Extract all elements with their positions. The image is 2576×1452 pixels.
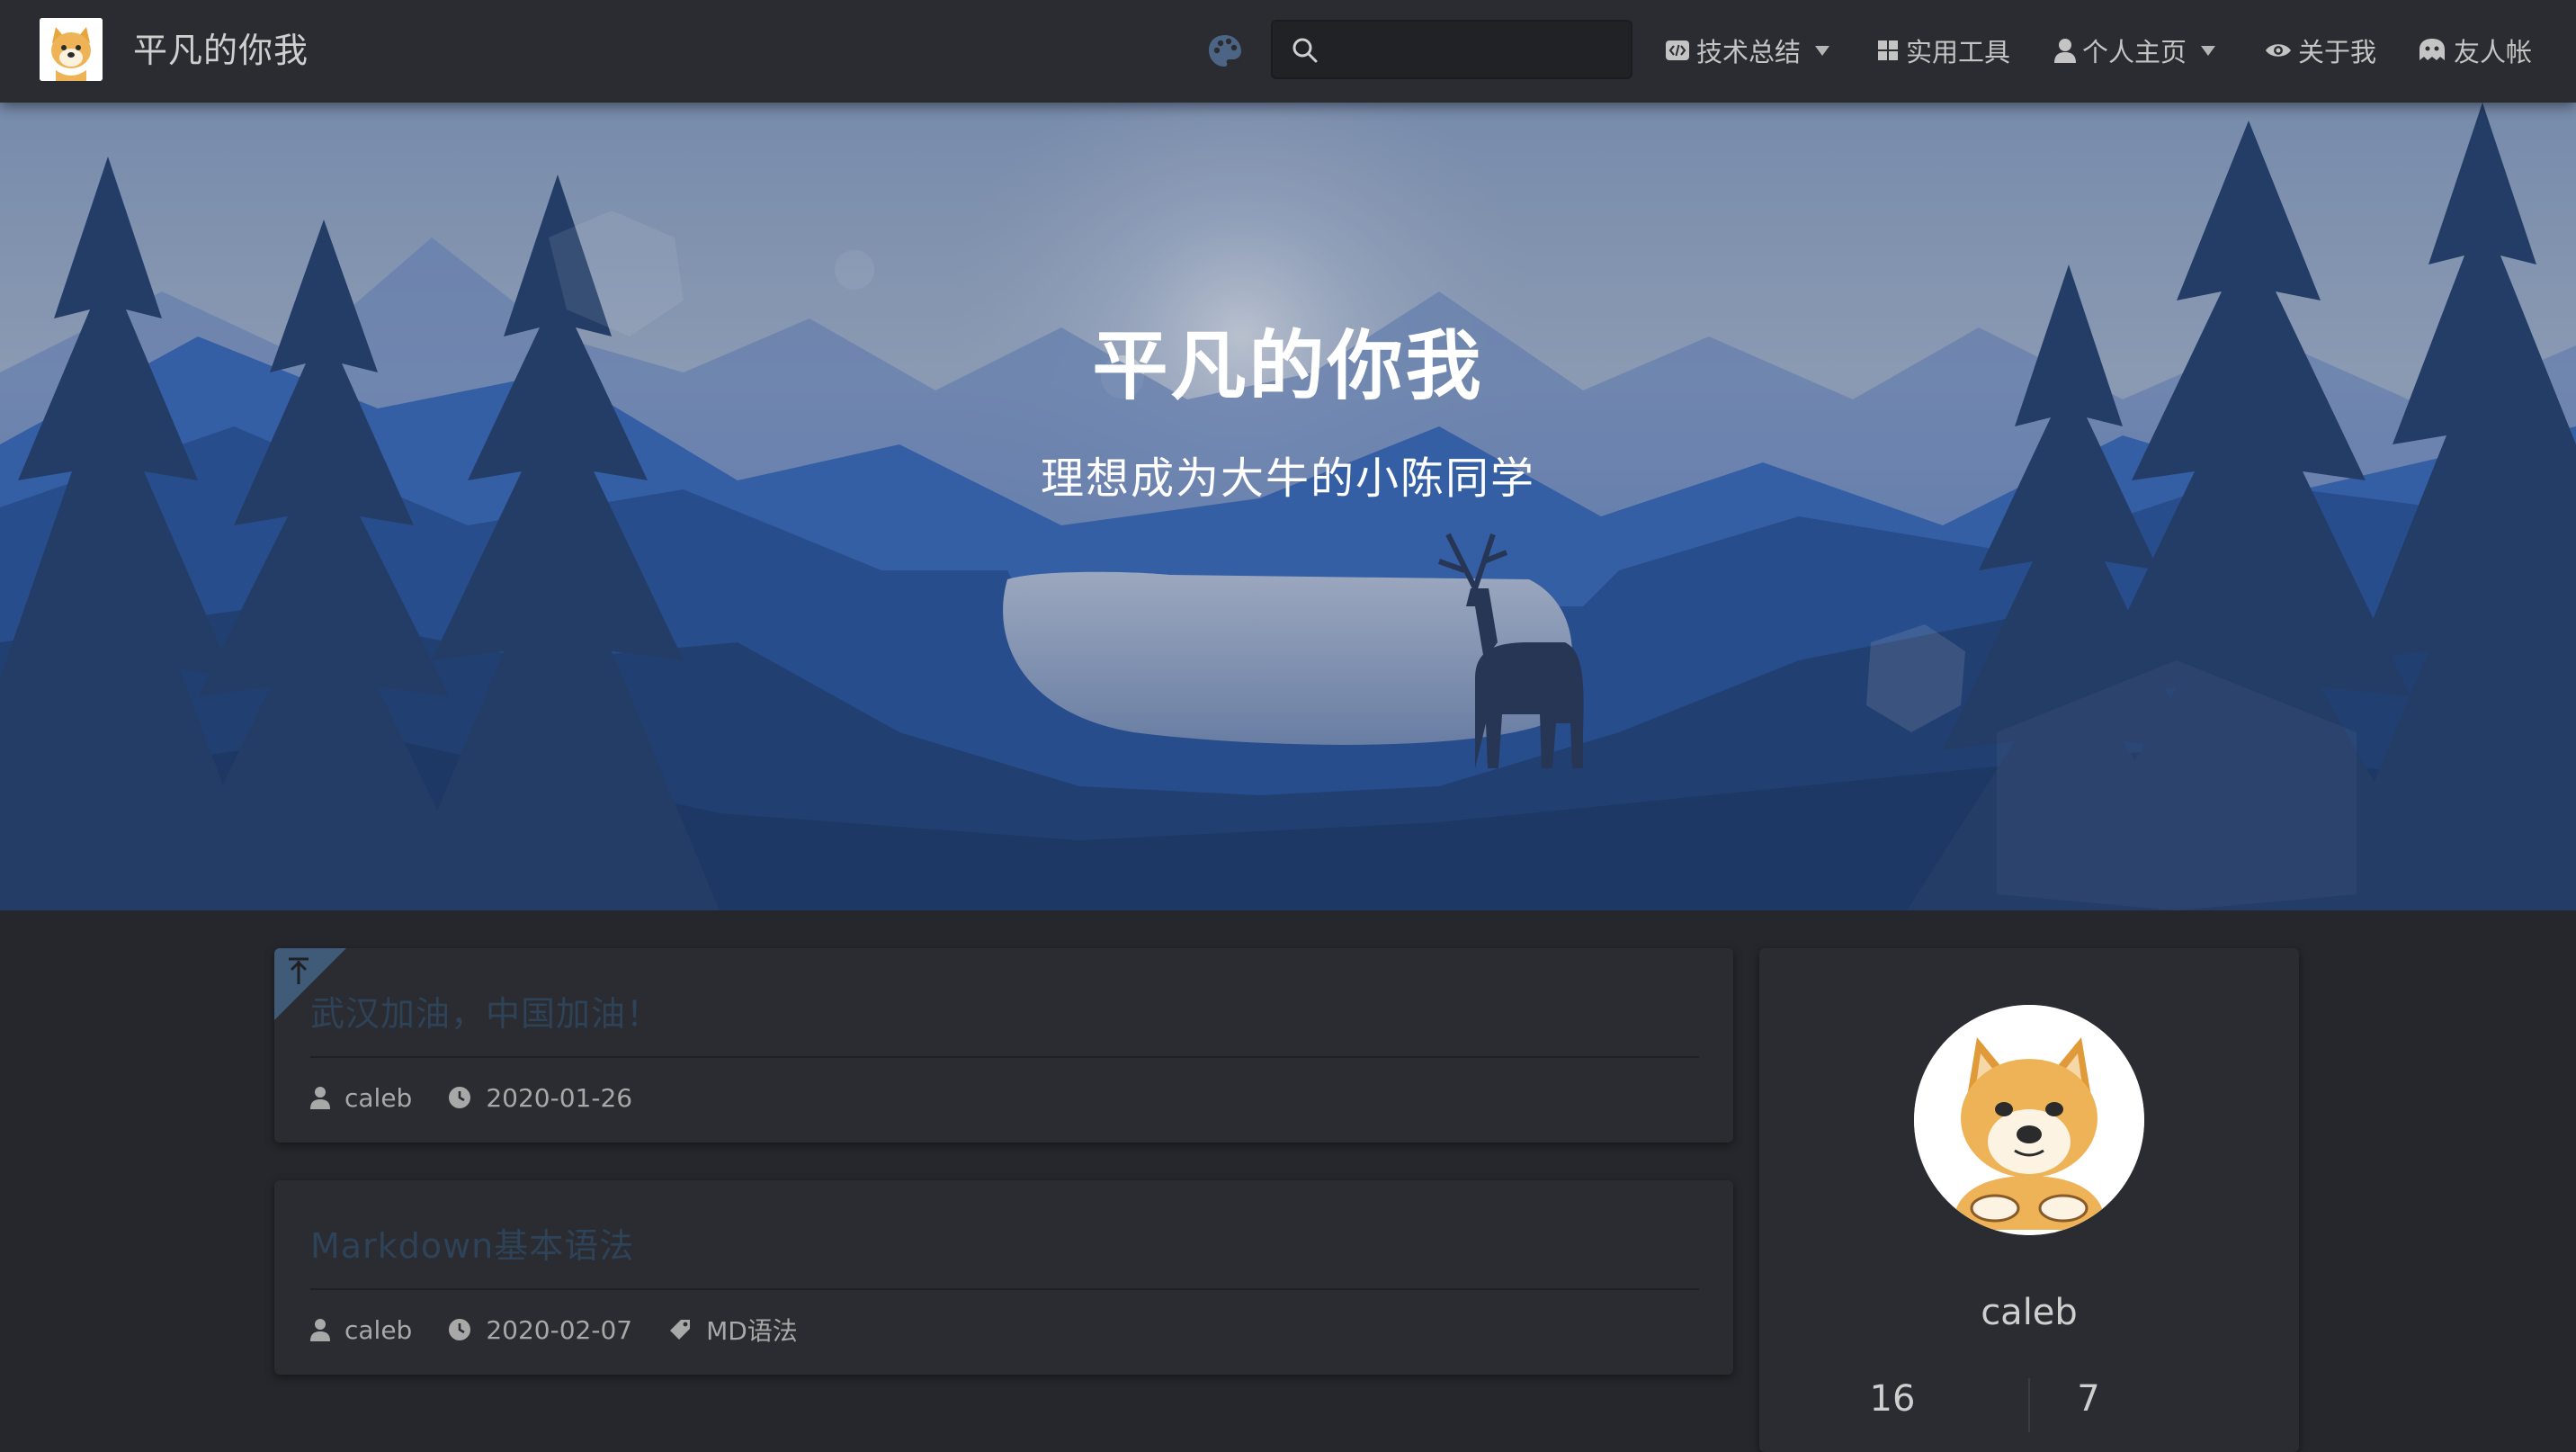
chevron-down-icon — [1815, 45, 1830, 56]
doge-avatar-icon — [40, 18, 103, 81]
nav-item-label: 关于我 — [2298, 37, 2377, 67]
search-input[interactable] — [1332, 29, 1623, 72]
nav-item-about[interactable]: 关于我 — [2264, 31, 2376, 70]
profile-stat-posts[interactable]: 16 — [1838, 1378, 1946, 1420]
nav-item-label: 友人帐 — [2454, 37, 2533, 67]
nav-item-label: 技术总结 — [1696, 37, 1802, 67]
post-date-text: 2020-02-07 — [486, 1314, 633, 1345]
post-title-link[interactable]: 武汉加油，中国加油！ — [310, 986, 661, 1035]
user-icon — [2054, 39, 2076, 63]
palette-icon[interactable] — [1206, 32, 1244, 70]
profile-stat-categories[interactable]: 7 — [2035, 1378, 2142, 1420]
post-date: 2020-01-26 — [448, 1083, 632, 1113]
nav-item-tech-summary[interactable]: 技术总结 — [1664, 31, 1830, 70]
post-divider — [310, 1288, 1699, 1290]
tag-icon — [670, 1320, 691, 1340]
nav-item-tools[interactable]: 实用工具 — [1875, 31, 2010, 70]
top-navbar: 平凡的你我 技术总结 实用工具 个人主页 关于我 友人帐 — [0, 0, 2576, 103]
post-tag[interactable]: MD语法 — [668, 1312, 798, 1348]
profile-name: caleb — [1981, 1292, 2078, 1333]
search-box[interactable] — [1271, 20, 1632, 79]
clock-icon — [449, 1087, 471, 1108]
post-divider — [310, 1056, 1699, 1058]
post-meta: caleb 2020-01-26 — [310, 1076, 668, 1119]
eye-icon — [2266, 44, 2291, 57]
doge-avatar-icon — [1914, 1005, 2144, 1235]
post-tag-label[interactable]: MD语法 — [706, 1312, 798, 1348]
post-date-text: 2020-01-26 — [486, 1082, 633, 1113]
user-icon — [310, 1319, 330, 1341]
hero-title: 平凡的你我 — [1092, 322, 1484, 410]
hero-subtitle: 理想成为大牛的小陈同学 — [1040, 453, 1535, 504]
post-date: 2020-02-07 — [448, 1315, 632, 1345]
nav-item-label: 个人主页 — [2082, 37, 2187, 67]
chevron-down-icon — [2201, 45, 2216, 56]
hero-banner: 平凡的你我 理想成为大牛的小陈同学 — [0, 103, 2576, 910]
post-card[interactable]: Markdown基本语法 caleb 2020-02-07 MD语法 — [274, 1180, 1733, 1375]
post-meta: caleb 2020-02-07 MD语法 — [310, 1308, 834, 1351]
grid-icon — [1878, 40, 1898, 60]
post-author-name[interactable]: caleb — [344, 1083, 412, 1113]
avatar[interactable] — [1914, 1005, 2144, 1235]
post-title-link[interactable]: Markdown基本语法 — [310, 1218, 634, 1268]
search-icon — [1292, 38, 1318, 63]
ghost-icon — [2419, 39, 2445, 60]
post-author: caleb — [310, 1083, 412, 1113]
code-icon — [1666, 40, 1689, 60]
nav-item-label: 实用工具 — [1906, 37, 2011, 67]
nav-item-homepage[interactable]: 个人主页 — [2053, 31, 2216, 70]
post-author: caleb — [310, 1315, 412, 1345]
nav-item-friends[interactable]: 友人帐 — [2416, 31, 2532, 70]
profile-card: caleb 16 7 — [1759, 948, 2299, 1452]
site-logo[interactable] — [40, 18, 103, 81]
user-icon — [310, 1087, 330, 1109]
hero-background-illustration — [0, 103, 2576, 910]
site-title[interactable]: 平凡的你我 — [133, 25, 309, 76]
stat-divider — [2028, 1378, 2030, 1432]
post-author-name[interactable]: caleb — [344, 1315, 412, 1345]
clock-icon — [449, 1319, 471, 1340]
post-card[interactable]: 武汉加油，中国加油！ caleb 2020-01-26 — [274, 948, 1733, 1143]
